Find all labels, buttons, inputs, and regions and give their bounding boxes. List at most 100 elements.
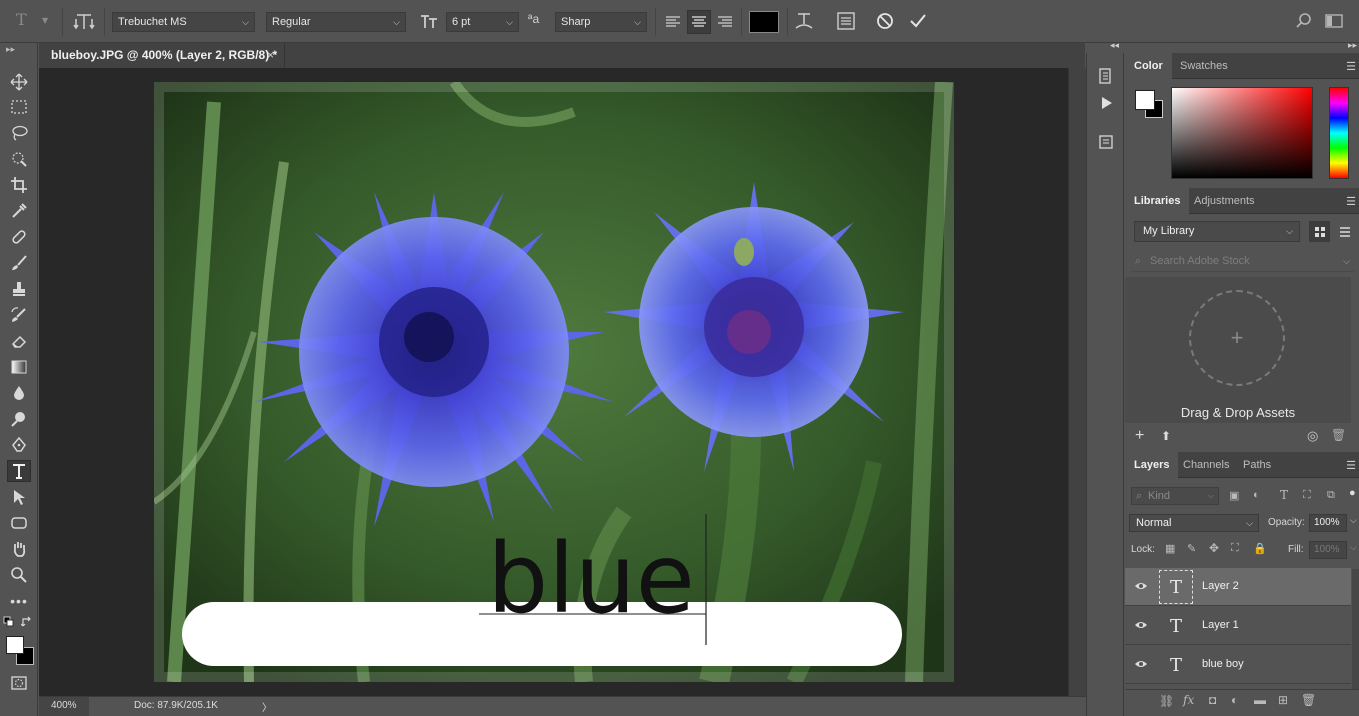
clone-stamp-tool[interactable] [7,278,31,300]
character-panel-button[interactable] [834,9,858,33]
layer-style-icon[interactable]: fx [1183,693,1194,707]
panel-collapse-bar[interactable]: ◂◂ ▸▸ [1086,40,1359,53]
lock-transparent-icon[interactable]: ▦ [1165,542,1175,555]
layer-row[interactable]: T Layer 1 [1125,607,1351,645]
library-dropdown[interactable]: My Library ⌵ [1134,221,1300,242]
tab-adjustments[interactable]: Adjustments [1185,188,1264,214]
history-brush-tool[interactable] [7,304,31,326]
delete-layer-icon[interactable]: 🗑 [1301,693,1316,707]
expand-panels-icon[interactable]: ▸▸ [1348,40,1357,51]
gradient-tool[interactable] [7,356,31,378]
opacity-field[interactable]: 100% [1309,514,1347,532]
lock-all-icon[interactable]: 🔒 [1253,542,1267,555]
lock-image-icon[interactable]: ✎ [1187,542,1196,555]
tab-channels[interactable]: Channels [1174,452,1238,478]
filter-toggle-icon[interactable]: ● [1349,487,1356,499]
lock-position-icon[interactable]: ✥ [1209,541,1219,555]
blend-mode-dropdown[interactable]: Normal ⌵ [1129,514,1259,532]
chevron-down-icon[interactable]: ⌵ [1350,542,1357,553]
antialias-dropdown[interactable]: Sharp ⌵ [555,12,647,32]
eye-icon[interactable] [1134,618,1148,632]
lasso-tool[interactable] [7,122,31,144]
tab-color[interactable]: Color [1125,53,1172,79]
history-panel-button[interactable] [1095,65,1117,87]
chevron-down-icon[interactable]: ⌵ [1350,515,1357,526]
layer-row[interactable]: T Layer 2 [1125,568,1351,606]
align-center-button[interactable] [687,10,711,34]
zoom-tool[interactable] [7,564,31,586]
cancel-edits-button[interactable] [873,9,897,33]
layer-filter-dropdown[interactable]: ⌕ Kind ⌵ [1131,487,1219,505]
document-tab[interactable]: blueboy.JPG @ 400% (Layer 2, RGB/8) * × [39,43,285,68]
layer-row[interactable]: Tblue boy [1125,646,1351,684]
lock-artboard-icon[interactable]: ⛶ [1231,542,1239,555]
path-selection-tool[interactable] [7,486,31,508]
drop-zone[interactable]: + Drag & Drop Assets [1125,277,1351,423]
pen-tool[interactable] [7,434,31,456]
panel-menu-icon[interactable]: ☰ [1346,60,1356,73]
type-tool[interactable] [7,460,31,482]
tab-swatches[interactable]: Swatches [1171,53,1237,79]
eyedropper-tool[interactable] [7,200,31,222]
layer-name[interactable]: Layer 2 [1202,580,1239,592]
tab-layers[interactable]: Layers [1125,452,1179,478]
tab-paths[interactable]: Paths [1234,452,1280,478]
link-layers-icon[interactable]: ⛓ [1159,694,1174,708]
filter-pixel-icon[interactable]: ▣ [1229,489,1239,502]
layer-name[interactable]: blue boy [1202,658,1244,670]
quick-mask-button[interactable] [7,672,31,694]
eye-icon[interactable] [1134,579,1148,593]
grid-view-button[interactable] [1309,221,1330,242]
canvas-typed-text[interactable]: blue [487,523,695,635]
group-folder-icon[interactable]: ▬ [1254,693,1266,707]
search-button[interactable] [1292,9,1316,33]
filter-adjustment-icon[interactable]: ◐ [1253,489,1260,501]
quick-selection-tool[interactable] [7,148,31,170]
hue-slider[interactable] [1329,87,1349,179]
font-size-dropdown[interactable]: 6 pt ⌵ [446,12,519,32]
layer-name[interactable]: Layer 1 [1202,619,1239,631]
layers-scrollbar[interactable] [1352,569,1359,689]
text-color-swatch[interactable] [749,11,779,33]
edit-toolbar-button[interactable]: ••• [7,590,31,612]
foreground-color-swatch[interactable] [6,636,24,654]
panel-menu-icon[interactable]: ☰ [1346,195,1356,208]
eraser-tool[interactable] [7,330,31,352]
filter-type-icon[interactable]: T [1280,488,1288,502]
actions-panel-button[interactable] [1095,92,1117,114]
healing-brush-tool[interactable] [7,226,31,248]
shape-tool[interactable] [7,512,31,534]
blur-tool[interactable] [7,382,31,404]
color-field[interactable] [1171,87,1313,179]
trash-icon[interactable]: 🗑 [1331,428,1346,442]
vertical-scrollbar[interactable] [1068,68,1086,696]
creative-cloud-icon[interactable]: ◎ [1307,428,1318,444]
warp-text-button[interactable] [792,9,816,33]
brush-tool[interactable] [7,252,31,274]
new-layer-icon[interactable]: ⊞ [1278,693,1288,707]
default-colors-button[interactable] [2,615,16,629]
filter-smart-object-icon[interactable]: ⧉ [1327,489,1335,502]
properties-panel-button[interactable] [1095,131,1117,153]
add-content-icon[interactable]: + [1135,427,1144,445]
workspace-switcher-button[interactable] [1322,9,1346,33]
dodge-tool[interactable] [7,408,31,430]
add-asset-circle[interactable]: + [1189,290,1285,386]
text-layer-thumbnail[interactable]: T [1159,648,1193,682]
image-canvas[interactable]: blue [154,82,954,682]
tool-preset-picker[interactable]: T ▼ [16,10,56,34]
color-swatches[interactable] [6,636,36,666]
expand-toolbar-icon[interactable]: ▸▸ [6,44,15,55]
marquee-tool[interactable] [7,96,31,118]
panel-menu-icon[interactable]: ☰ [1346,459,1356,472]
align-left-button[interactable] [661,10,685,34]
align-right-button[interactable] [713,10,737,34]
list-view-button[interactable] [1334,221,1355,242]
zoom-level-field[interactable]: 400% [39,697,89,716]
commit-edits-button[interactable] [906,9,930,33]
tab-libraries[interactable]: Libraries [1125,188,1190,214]
move-tool[interactable] [7,71,31,93]
upload-icon[interactable]: ⬆ [1161,429,1171,443]
text-layer-thumbnail[interactable]: T [1159,609,1193,643]
hand-tool[interactable] [7,538,31,560]
